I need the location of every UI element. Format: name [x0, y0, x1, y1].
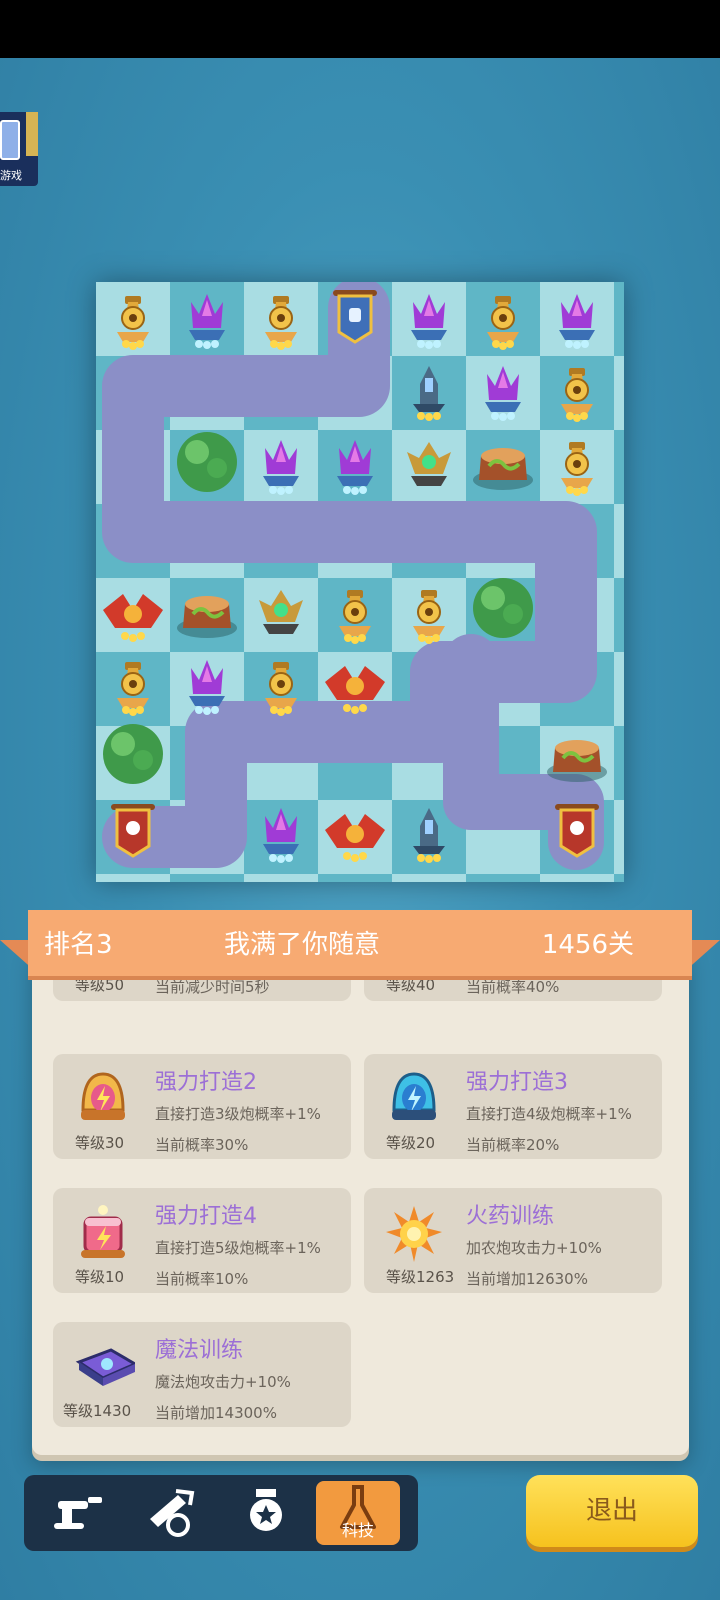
card-current: 当前增加12630% — [466, 1270, 588, 1288]
tech-card-forge-2[interactable]: 等级30 强力打造2 直接打造3级炮概率+1% 当前概率30% — [53, 1054, 351, 1159]
card-title: 强力打造4 — [155, 1204, 257, 1229]
card-level: 等级30 — [75, 1134, 125, 1152]
mini-game-button[interactable]: 游戏 — [0, 112, 38, 186]
exit-button[interactable]: 退出 — [526, 1475, 698, 1547]
tech-card-gunpowder[interactable]: 等级1263 火药训练 加农炮攻击力+10% 当前增加12630% — [364, 1188, 662, 1293]
card-title: 强力打造2 — [155, 1070, 257, 1095]
explosion-icon — [386, 1206, 442, 1262]
card-current: 当前减少时间5秒 — [155, 978, 270, 996]
card-level: 等级1430 — [63, 1402, 132, 1420]
bottom-tab-bar: 科技 — [24, 1475, 418, 1551]
card-level: 等级10 — [75, 1268, 125, 1286]
card-current: 当前增加14300% — [155, 1404, 277, 1422]
spellbook-icon — [75, 1348, 135, 1386]
card-description: 直接打造3级炮概率+1% — [155, 1105, 321, 1123]
card-level: 等级50 — [75, 976, 125, 994]
player-rank-banner: 排名3 我满了你随意 1456关 — [28, 910, 692, 976]
stage-level: 1456关 — [541, 930, 634, 960]
lightning-cake-icon — [81, 1205, 125, 1258]
rank-text: 排名3 — [44, 930, 113, 960]
tab-tech-label: 科技 — [341, 1521, 374, 1540]
tech-card-forge-4[interactable]: 等级10 强力打造4 直接打造5级炮概率+1% 当前概率10% — [53, 1188, 351, 1293]
mini-game-badge — [26, 112, 38, 156]
tab-tech[interactable]: 科技 — [316, 1481, 400, 1545]
card-level: 等级40 — [386, 976, 436, 994]
card-current: 当前概率30% — [155, 1136, 249, 1154]
blue-bell-icon — [392, 1072, 436, 1120]
card-description: 加农炮攻击力+10% — [466, 1239, 602, 1257]
mini-game-label: 游戏 — [0, 169, 22, 182]
card-current: 当前概率40% — [466, 978, 560, 996]
tech-card-magic[interactable]: 等级1430 魔法训练 魔法炮攻击力+10% 当前增加14300% — [53, 1322, 351, 1427]
game-board[interactable] — [96, 282, 624, 882]
tab-achievements[interactable] — [224, 1481, 308, 1545]
card-level: 等级20 — [386, 1134, 436, 1152]
gold-bell-icon — [81, 1072, 125, 1120]
card-description: 直接打造4级炮概率+1% — [466, 1105, 632, 1123]
tab-forge[interactable] — [128, 1481, 212, 1545]
card-level: 等级1263 — [386, 1268, 455, 1286]
tech-panel: 等级50 当前减少时间5秒 等级40 当前概率40% 等级30 强力打造2 直接… — [32, 950, 689, 1455]
card-title: 魔法训练 — [155, 1338, 244, 1363]
cannon-icon — [54, 1497, 102, 1529]
card-description: 直接打造5级炮概率+1% — [155, 1239, 321, 1257]
tech-card-forge-3[interactable]: 等级20 强力打造3 直接打造4级炮概率+1% 当前概率20% — [364, 1054, 662, 1159]
card-current: 当前概率10% — [155, 1270, 249, 1288]
card-title: 火药训练 — [466, 1204, 555, 1229]
tab-cannon[interactable] — [32, 1481, 116, 1545]
status-bar — [0, 0, 720, 58]
card-title: 强力打造3 — [466, 1070, 568, 1095]
medal-icon — [250, 1489, 282, 1531]
card-description: 魔法炮攻击力+10% — [155, 1373, 291, 1391]
player-name: 我满了你随意 — [224, 930, 381, 960]
gameboy-icon — [0, 120, 20, 160]
hammer-icon — [150, 1489, 195, 1537]
card-current: 当前概率20% — [466, 1136, 560, 1154]
